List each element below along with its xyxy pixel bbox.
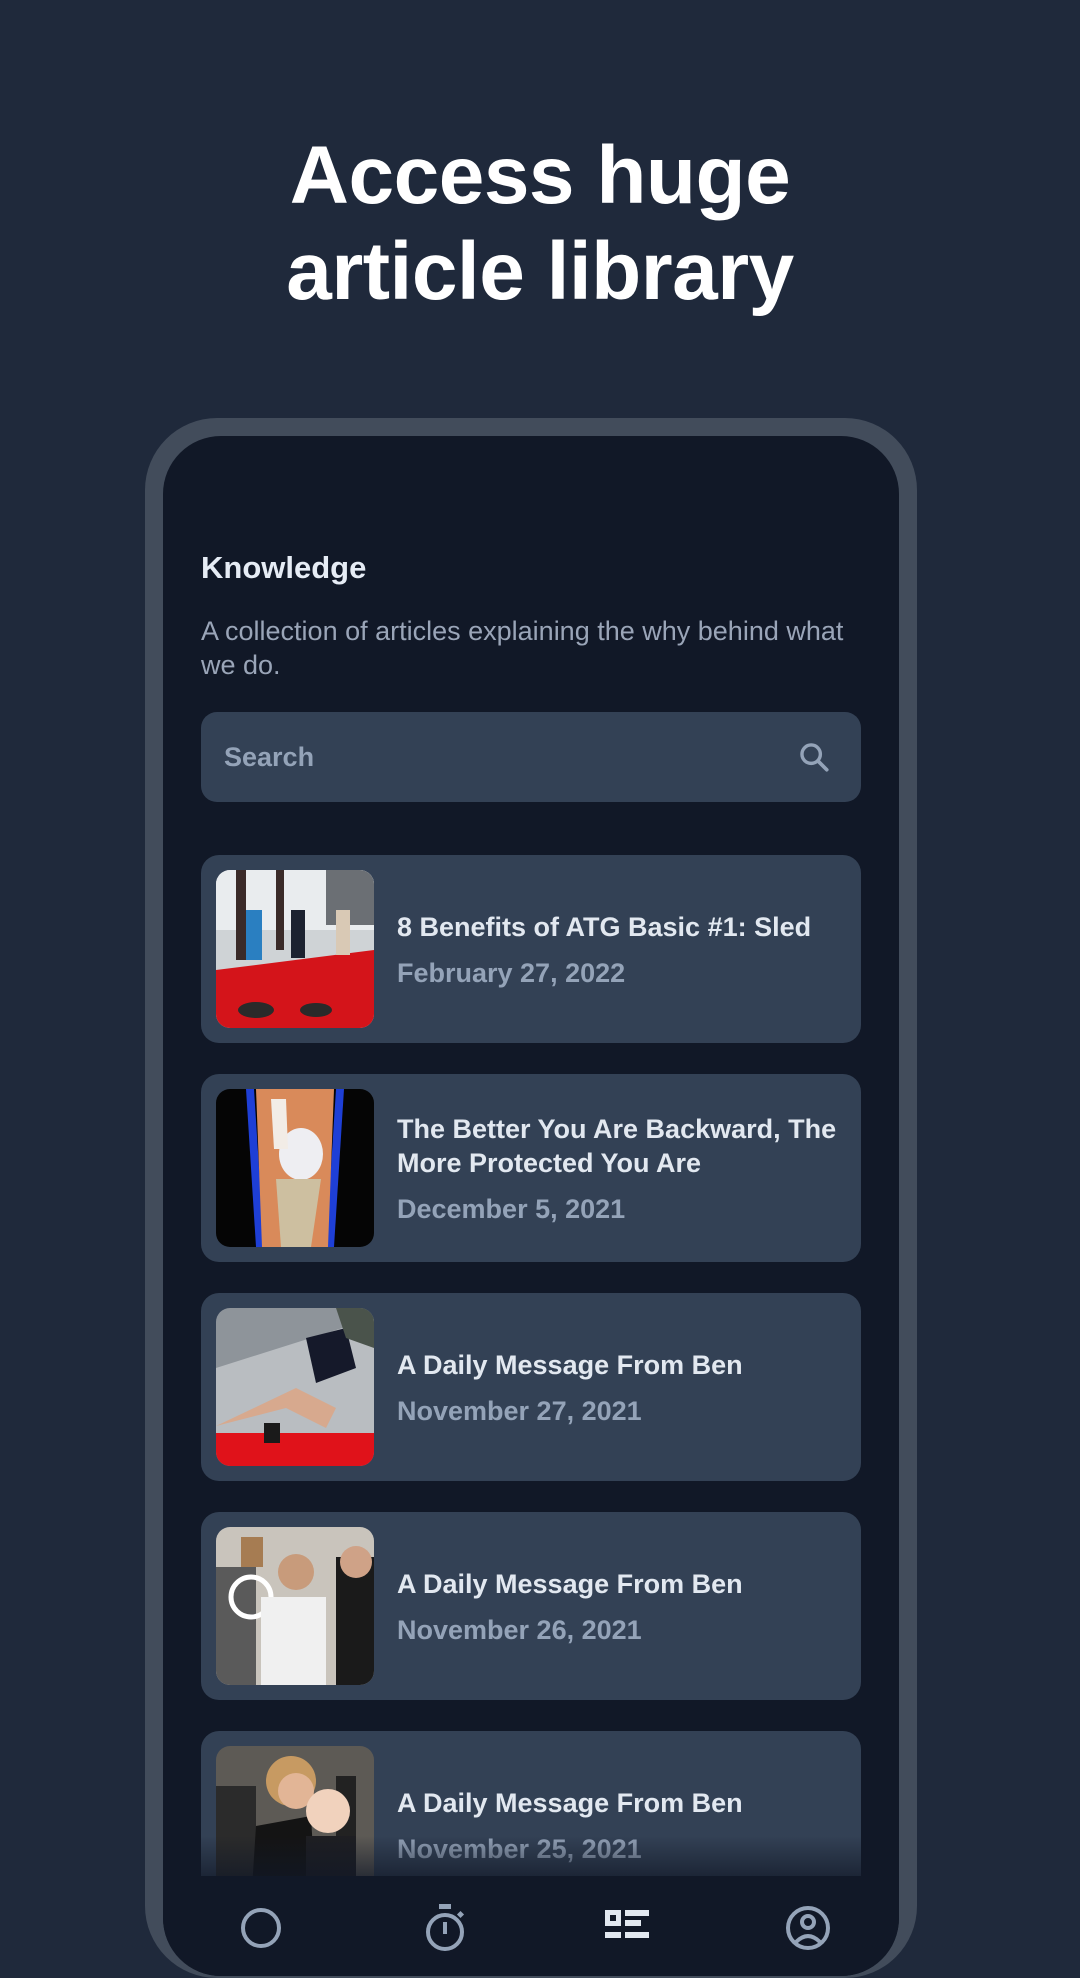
article-title: A Daily Message From Ben — [397, 1568, 743, 1599]
article-thumbnail-knee — [216, 1089, 374, 1247]
article-title: The Better You Are Backward, The More Pr… — [397, 1113, 837, 1178]
search-input[interactable]: Search — [201, 712, 861, 802]
nav-item-articles[interactable] — [599, 1898, 655, 1958]
search-circle-icon — [241, 1908, 281, 1948]
headline-line-2: article library — [286, 226, 794, 317]
search-icon[interactable] — [797, 740, 831, 774]
article-date: November 26, 2021 — [397, 1614, 642, 1645]
page-headline: Access huge article library — [0, 128, 1080, 320]
profile-icon — [786, 1906, 830, 1950]
article-thumbnail-lunge — [216, 1308, 374, 1466]
nav-item-search[interactable] — [233, 1898, 289, 1958]
article-thumbnail-sled — [216, 870, 374, 1028]
stopwatch-icon — [426, 1904, 465, 1951]
article-card[interactable]: A Daily Message From Ben November 27, 20… — [201, 1293, 861, 1481]
article-card[interactable]: The Better You Are Backward, The More Pr… — [201, 1074, 861, 1262]
nav-item-profile[interactable] — [780, 1898, 836, 1958]
search-placeholder: Search — [224, 742, 315, 772]
article-title: 8 Benefits of ATG Basic #1: Sled — [397, 911, 812, 942]
screen-subtitle: A collection of articles explaining the … — [201, 616, 844, 680]
bottom-navigation — [163, 1876, 899, 1976]
article-title: A Daily Message From Ben — [397, 1787, 743, 1818]
article-title: A Daily Message From Ben — [397, 1349, 743, 1380]
article-card[interactable]: 8 Benefits of ATG Basic #1: Sled Februar… — [201, 855, 861, 1043]
article-thumbnail-coach — [216, 1527, 374, 1685]
article-list-icon — [605, 1910, 649, 1938]
article-date: December 5, 2021 — [397, 1193, 626, 1224]
article-date: November 27, 2021 — [397, 1395, 642, 1426]
article-date: February 27, 2022 — [397, 957, 626, 988]
nav-item-timer[interactable] — [417, 1898, 473, 1958]
phone-screen: Knowledge A collection of articles expla… — [163, 436, 899, 1976]
article-card[interactable]: A Daily Message From Ben November 26, 20… — [201, 1512, 861, 1700]
headline-line-1: Access huge — [289, 130, 791, 221]
screen-title: Knowledge — [201, 550, 367, 585]
